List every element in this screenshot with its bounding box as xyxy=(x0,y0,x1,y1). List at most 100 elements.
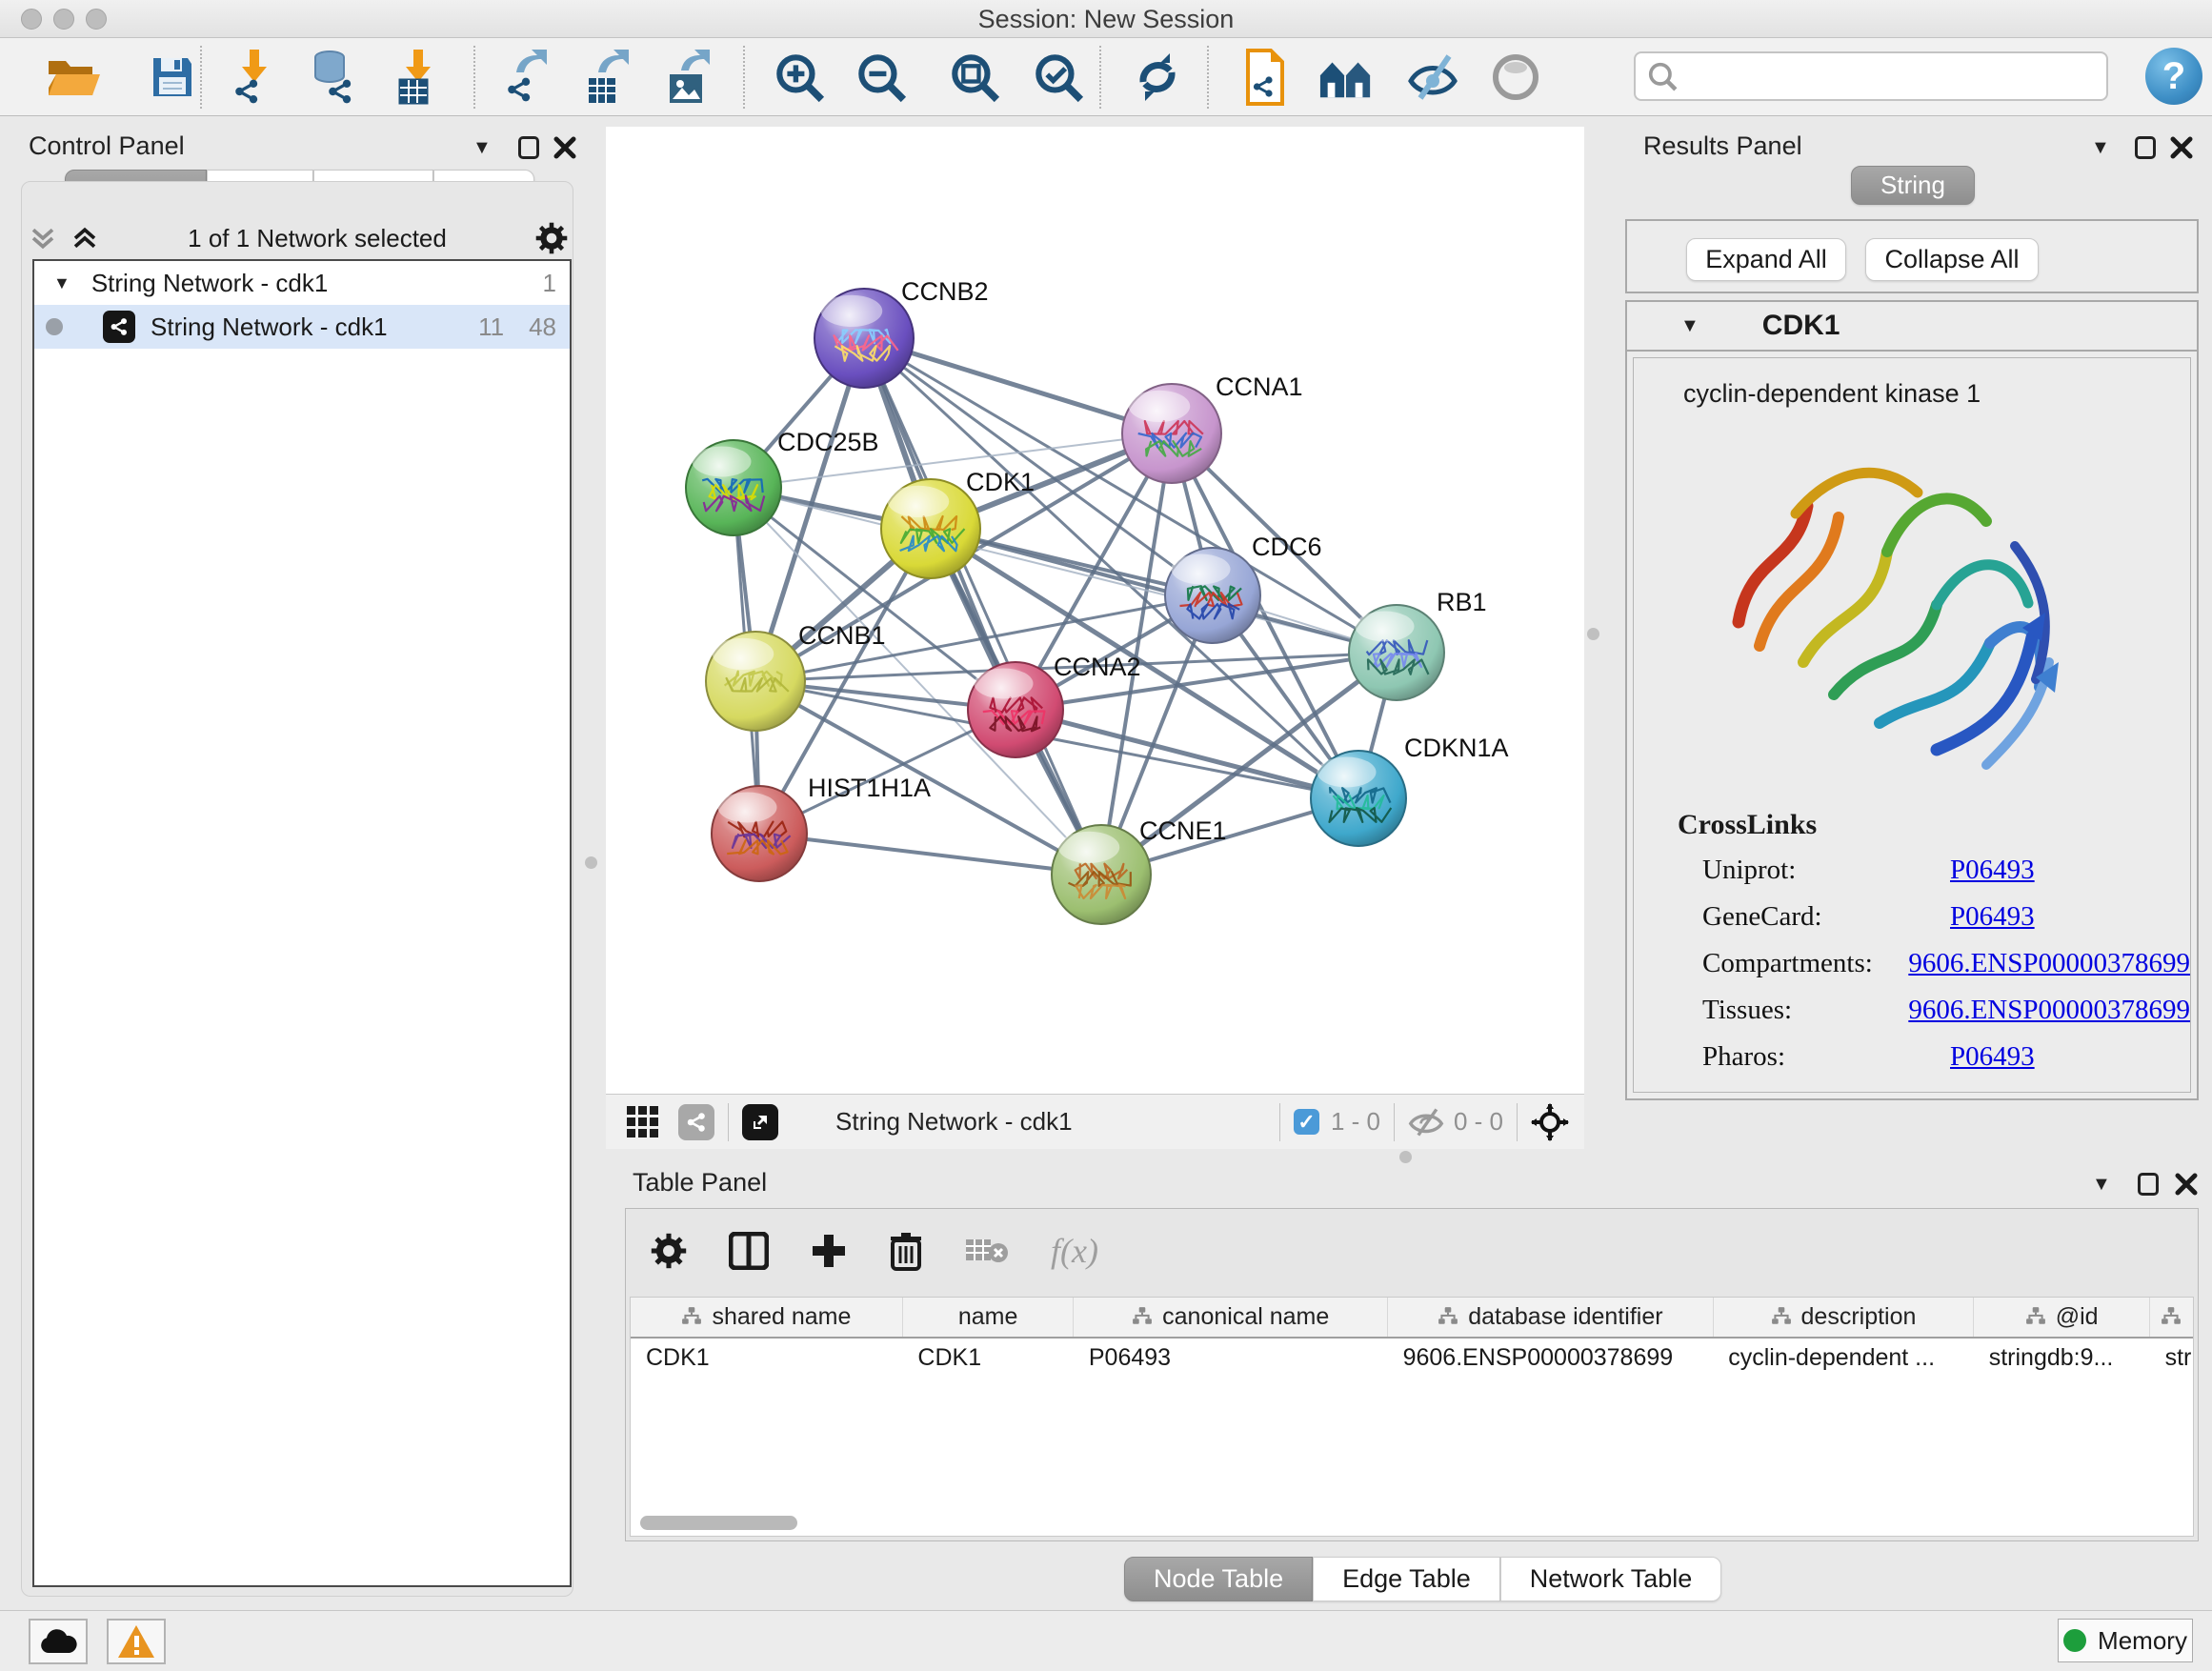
tab-edge-table[interactable]: Edge Table xyxy=(1313,1557,1500,1601)
collapse-panel-icon[interactable]: ▼ xyxy=(473,137,492,159)
crosslink-value-link[interactable]: P06493 xyxy=(1950,901,2035,933)
crosslink-value-link[interactable]: 9606.ENSP00000378699 xyxy=(1908,948,2190,979)
network-node-ccne1[interactable]: CCNE1 xyxy=(1052,816,1227,924)
show-columns-icon[interactable] xyxy=(729,1232,769,1270)
crosslink-value-link[interactable]: 9606.ENSP00000378699 xyxy=(1908,995,2190,1026)
tab-string[interactable]: String xyxy=(1851,166,1975,205)
column-header-namespace[interactable]: namespace xyxy=(2150,1298,2194,1338)
crosslink-value-link[interactable]: P06493 xyxy=(1950,855,2035,886)
float-panel-icon[interactable] xyxy=(2132,1168,2164,1200)
memory-button[interactable]: Memory xyxy=(2058,1619,2193,1662)
refresh-network-icon[interactable] xyxy=(1130,50,1185,105)
table-cell[interactable]: 9606.ENSP00000378699 xyxy=(1388,1338,1714,1378)
table-cell[interactable]: stringdb:9... xyxy=(1974,1338,2150,1378)
network-canvas[interactable]: CCNB2CCNA1CDC25BCDK1CDC6RB1CCNB1CCNA2CDK… xyxy=(606,127,1584,1094)
crosslink-row: Uniprot:P06493 xyxy=(1702,855,2190,886)
crosslink-row: Tissues:9606.ENSP00000378699 xyxy=(1702,995,2190,1026)
network-node-ccna2[interactable]: CCNA2 xyxy=(968,653,1141,757)
export-table-icon[interactable] xyxy=(579,50,634,105)
column-header-name[interactable]: name xyxy=(902,1298,1073,1338)
expand-all-icon[interactable] xyxy=(70,224,99,252)
zoom-selected-icon[interactable] xyxy=(1031,50,1086,105)
network-node-ccnb2[interactable]: CCNB2 xyxy=(814,277,989,388)
network-from-file-icon[interactable] xyxy=(1235,50,1290,105)
collapse-panel-icon[interactable]: ▼ xyxy=(2091,137,2110,159)
search-input[interactable] xyxy=(1678,62,2087,91)
save-session-icon[interactable] xyxy=(145,50,200,105)
hide-selected-icon[interactable] xyxy=(1406,50,1461,105)
column-header-canonical-name[interactable]: canonical name xyxy=(1074,1298,1388,1338)
create-column-icon[interactable] xyxy=(811,1233,847,1269)
collapse-all-icon[interactable] xyxy=(29,224,57,252)
cloud-status-button[interactable] xyxy=(29,1619,88,1664)
zoom-in-icon[interactable] xyxy=(772,50,827,105)
table-cell[interactable]: cyclin-dependent ... xyxy=(1713,1338,1974,1378)
export-image-icon[interactable] xyxy=(662,50,717,105)
column-header-shared-name[interactable]: shared name xyxy=(631,1298,902,1338)
gene-section-header[interactable]: ▼ CDK1 xyxy=(1627,302,2197,352)
collection-count: 1 xyxy=(543,269,556,298)
grid-view-icon[interactable] xyxy=(627,1106,659,1138)
selected-count-checkbox-icon[interactable]: ✓ xyxy=(1294,1109,1319,1135)
delete-column-icon[interactable] xyxy=(889,1231,923,1271)
table-cell[interactable]: CDK1 xyxy=(631,1338,902,1378)
zoom-fit-icon[interactable] xyxy=(947,50,1002,105)
table-options-gear-icon[interactable] xyxy=(651,1233,687,1269)
import-table-icon[interactable] xyxy=(391,50,446,105)
zoom-out-icon[interactable] xyxy=(854,50,909,105)
network-node-hist1h1a[interactable]: HIST1H1A xyxy=(712,774,931,881)
hidden-count-eye-icon[interactable] xyxy=(1408,1108,1444,1137)
network-share-view-icon[interactable] xyxy=(678,1104,714,1140)
table-cell[interactable]: CDK1 xyxy=(902,1338,1073,1378)
tab-network-table[interactable]: Network Table xyxy=(1500,1557,1722,1601)
search-field[interactable] xyxy=(1634,51,2108,101)
column-header--id[interactable]: @id xyxy=(1974,1298,2150,1338)
network-edge[interactable] xyxy=(1016,710,1358,798)
column-header-database-identifier[interactable]: database identifier xyxy=(1388,1298,1714,1338)
show-all-icon[interactable] xyxy=(1488,50,1543,105)
collapse-panel-icon[interactable]: ▼ xyxy=(2092,1174,2111,1196)
protein-structure-image xyxy=(1700,422,2101,803)
collapse-all-button[interactable]: Collapse All xyxy=(1865,238,2039,281)
crosslink-value-link[interactable]: P06493 xyxy=(1950,1041,2035,1073)
delete-table-icon[interactable] xyxy=(965,1236,1009,1266)
expand-all-button[interactable]: Expand All xyxy=(1686,238,1846,281)
help-button[interactable]: ? xyxy=(2145,48,2202,105)
crosslink-label: GeneCard: xyxy=(1702,901,1950,933)
gene-expander-icon[interactable]: ▼ xyxy=(1680,315,1699,337)
import-network-icon[interactable] xyxy=(227,50,282,105)
network-edge[interactable] xyxy=(759,834,1101,875)
network-node-ccna1[interactable]: CCNA1 xyxy=(1122,372,1303,483)
float-panel-icon[interactable] xyxy=(2129,131,2162,164)
network-node-rb1[interactable]: RB1 xyxy=(1349,588,1487,700)
float-panel-icon[interactable] xyxy=(513,131,545,164)
tab-node-table[interactable]: Node Table xyxy=(1124,1557,1313,1601)
warning-status-button[interactable] xyxy=(107,1619,166,1664)
horizontal-scrollbar-thumb[interactable] xyxy=(640,1516,797,1530)
export-network-icon[interactable] xyxy=(497,50,553,105)
left-splitter-handle[interactable] xyxy=(585,856,597,869)
open-session-icon[interactable] xyxy=(46,50,101,105)
network-node-cdkn1a[interactable]: CDKN1A xyxy=(1311,734,1509,846)
network-graph[interactable]: CCNB2CCNA1CDC25BCDK1CDC6RB1CCNB1CCNA2CDK… xyxy=(606,127,1584,1094)
close-panel-icon[interactable] xyxy=(549,131,581,164)
table-cell[interactable]: stringdb xyxy=(2150,1338,2194,1378)
crosslink-row: Pharos:P06493 xyxy=(1702,1041,2190,1073)
import-database-icon[interactable] xyxy=(305,50,360,105)
table-cell[interactable]: P06493 xyxy=(1074,1338,1388,1378)
function-builder-icon[interactable]: f(x) xyxy=(1051,1231,1098,1271)
column-header-description[interactable]: description xyxy=(1713,1298,1974,1338)
first-neighbors-icon[interactable] xyxy=(1318,50,1374,105)
tree-expander-icon[interactable]: ▼ xyxy=(53,273,70,293)
open-in-new-window-icon[interactable] xyxy=(742,1104,778,1140)
close-panel-icon[interactable] xyxy=(2170,1168,2202,1200)
network-collection-row[interactable]: ▼ String Network - cdk1 1 xyxy=(34,261,570,305)
footer-separator xyxy=(1279,1103,1280,1141)
network-node-cdk1[interactable]: CDK1 xyxy=(881,468,1035,578)
right-splitter-handle[interactable] xyxy=(1587,628,1599,640)
network-row-selected[interactable]: String Network - cdk1 11 48 xyxy=(34,305,570,349)
network-options-gear-icon[interactable] xyxy=(535,222,568,254)
close-panel-icon[interactable] xyxy=(2165,131,2198,164)
control-panel: Control Panel ▼ NetworkStyleSelectSets 1… xyxy=(10,126,583,1597)
fit-content-crosshair-icon[interactable] xyxy=(1531,1103,1569,1141)
